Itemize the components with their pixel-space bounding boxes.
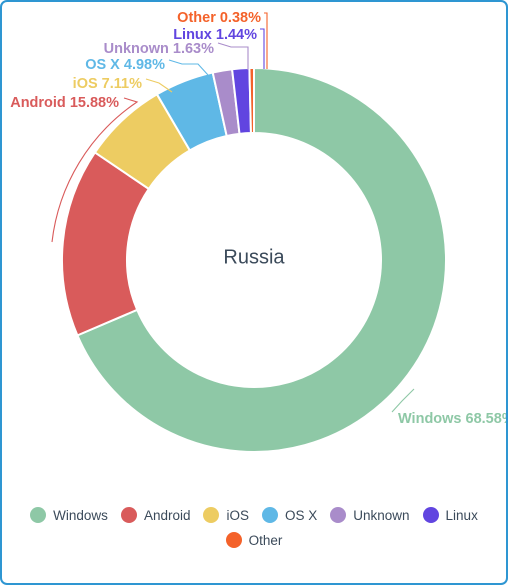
leader-line-linux — [260, 28, 265, 69]
legend-item-unknown[interactable]: Unknown — [330, 507, 410, 523]
chart-legend: Windows Android iOS OS X Unknown Linux Other — [2, 507, 506, 548]
legend-label-windows: Windows — [53, 507, 108, 523]
legend-swatch-linux-icon — [422, 507, 439, 523]
legend-item-linux[interactable]: Linux — [422, 507, 478, 523]
donut-center-label: Russia — [223, 246, 285, 268]
donut-chart-svg: Windows 68.58% Android 15.88% iOS 7.11% OS … — [10, 10, 508, 453]
legend-label-linux: Linux — [445, 507, 478, 523]
legend-item-os-x[interactable]: OS X — [262, 507, 317, 523]
legend-item-other[interactable]: Other — [225, 532, 283, 548]
chart-card: Windows 68.58% Android 15.88% iOS 7.11% OS … — [0, 0, 508, 585]
legend-row-1: Windows Android iOS OS X Unknown Linux — [30, 507, 478, 523]
callout-label-other: Other 0.38% — [177, 10, 261, 26]
legend-swatch-other-icon — [225, 532, 242, 548]
callout-label-unknown: Unknown 1.63% — [104, 41, 214, 57]
legend-label-os-x: OS X — [285, 507, 318, 523]
callout-label-windows: Windows 68.58% — [398, 411, 508, 427]
donut-chart-plot-area: Windows 68.58% Android 15.88% iOS 7.11% OS … — [2, 2, 508, 502]
callout-label-android: Android 15.88% — [10, 95, 119, 111]
leader-line-osx — [168, 59, 209, 76]
leader-line-unknown — [217, 42, 249, 70]
legend-label-unknown: Unknown — [353, 507, 410, 523]
callout-label-ios: iOS 7.11% — [73, 76, 142, 92]
leader-line-windows — [391, 388, 415, 413]
legend-swatch-ios-icon — [203, 507, 220, 523]
legend-label-other: Other — [248, 532, 283, 548]
legend-label-android: Android — [143, 507, 191, 523]
legend-swatch-unknown-icon — [330, 507, 347, 523]
donut-slice-other[interactable] — [248, 67, 255, 135]
callout-label-osx: OS X 4.98% — [85, 57, 165, 73]
legend-swatch-os-x-icon — [262, 507, 278, 523]
legend-item-ios[interactable]: iOS — [203, 507, 249, 523]
legend-item-android[interactable]: Android — [120, 507, 191, 523]
legend-row-2: Other — [225, 532, 283, 548]
legend-swatch-android-icon — [120, 507, 137, 523]
legend-swatch-windows-icon — [30, 507, 47, 523]
legend-label-ios: iOS — [226, 507, 249, 523]
legend-item-windows[interactable]: Windows — [30, 507, 108, 523]
callout-label-linux: Linux 1.44% — [173, 27, 257, 43]
